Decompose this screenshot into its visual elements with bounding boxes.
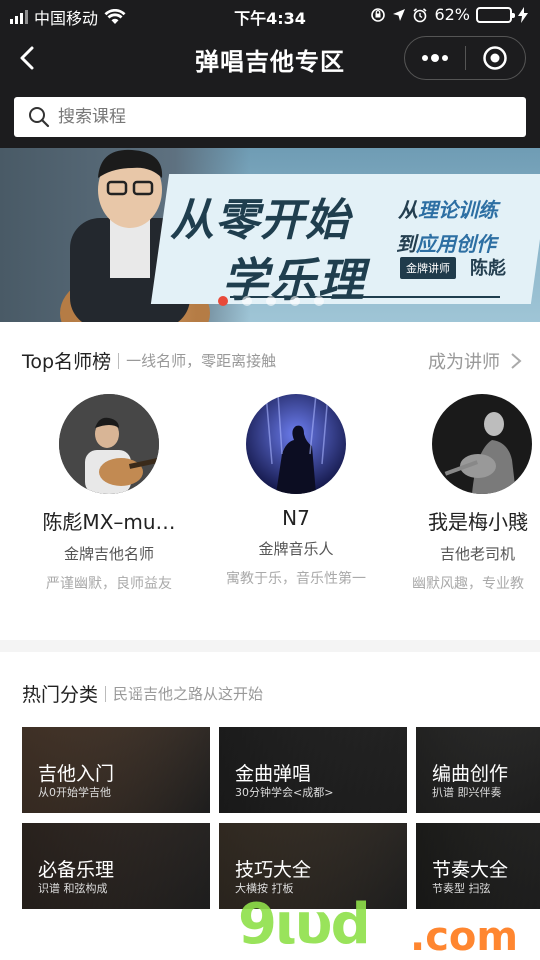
pagination-dot[interactable] — [290, 296, 300, 306]
more-dots-icon — [421, 54, 448, 62]
search-icon — [29, 107, 50, 128]
search-input[interactable] — [58, 107, 478, 127]
category-sublabel: 扒谱 即兴伴奏 — [432, 786, 502, 799]
location-icon — [393, 8, 406, 21]
category-label: 编曲创作 — [432, 763, 509, 785]
become-teacher-link[interactable]: 成为讲师 — [428, 348, 522, 374]
search-bar[interactable] — [14, 97, 526, 137]
teacher-title: 吉他老司机 — [440, 545, 516, 563]
category-label: 吉他入门 — [38, 763, 115, 785]
section-subtitle: 一线名师，零距离接触 — [126, 352, 277, 370]
status-right: 62% — [370, 5, 528, 24]
category-label: 技巧大全 — [235, 859, 312, 881]
watermark-text: 9ιυd — [238, 892, 371, 957]
teacher-title: 金牌音乐人 — [258, 540, 334, 558]
pagination-dot[interactable] — [218, 296, 228, 306]
category-label: 节奏大全 — [432, 859, 509, 881]
category-sublabel: 30分钟学会<成都> — [235, 786, 334, 799]
search-area — [0, 86, 540, 148]
teacher-card[interactable]: N7 金牌音乐人 寓教于乐，音乐性第一 — [211, 394, 381, 591]
battery-icon — [476, 6, 515, 23]
section-divider — [105, 685, 107, 702]
category-label: 金曲弹唱 — [235, 763, 312, 785]
category-sublabel: 节奏型 扫弦 — [432, 882, 491, 895]
watermark-domain: .com — [410, 914, 519, 960]
alarm-icon — [413, 7, 427, 22]
charging-icon — [518, 6, 528, 23]
section-subtitle: 民谣吉他之路从这开始 — [113, 685, 264, 703]
mini-program-capsule — [404, 36, 526, 80]
category-sublabel: 从0开始学吉他 — [38, 786, 111, 799]
teacher-name: 我是梅小賤 — [428, 510, 528, 534]
target-circle-icon — [483, 46, 507, 70]
categories-header: 热门分类 民谣吉他之路从这开始 — [22, 680, 263, 707]
nav-bar: 弹唱吉他专区 — [0, 30, 540, 86]
category-tile[interactable]: 吉他入门 从0开始学吉他 — [22, 727, 210, 813]
chevron-right-icon — [511, 353, 522, 369]
teachers-header: Top名师榜 一线名师，零距离接触 — [22, 347, 276, 374]
teacher-card[interactable]: 我是梅小賤 吉他老司机 幽默风趣，专业教 — [398, 394, 540, 596]
category-label: 必备乐理 — [38, 859, 115, 881]
rotation-lock-icon — [371, 7, 386, 22]
pagination-dot[interactable] — [266, 296, 276, 306]
top-teachers-section: Top名师榜 一线名师，零距离接触 成为讲师 陈彪MX–mu… 金牌吉他名师 严… — [0, 322, 540, 640]
avatar — [246, 394, 346, 494]
category-tile[interactable]: 编曲创作 扒谱 即兴伴奏 — [416, 727, 540, 813]
teacher-name: 陈彪MX–mu… — [42, 510, 176, 534]
avatar — [432, 394, 532, 494]
banner-badge: 金牌讲师 — [400, 257, 456, 279]
category-tile[interactable]: 必备乐理 识谱 和弦构成 — [22, 823, 210, 909]
teacher-card[interactable]: 陈彪MX–mu… 金牌吉他名师 严谨幽默，良师益友 — [24, 394, 194, 596]
section-divider — [118, 352, 120, 369]
section-title: 热门分类 — [22, 684, 99, 706]
section-title: Top名师榜 — [22, 351, 112, 373]
avatar — [59, 394, 159, 494]
more-button[interactable] — [405, 53, 465, 63]
banner-subtitle-2: 到应用创作 — [396, 232, 496, 256]
category-tile[interactable]: 金曲弹唱 30分钟学会<成都> — [219, 727, 407, 813]
category-sublabel: 识谱 和弦构成 — [38, 882, 108, 895]
banner-pagination — [218, 296, 324, 306]
battery-percent: 62% — [434, 5, 470, 24]
teacher-name: N7 — [282, 506, 310, 530]
teacher-desc: 寓教于乐，音乐性第一 — [226, 571, 366, 587]
banner-teacher-name: 陈彪 — [470, 258, 506, 279]
teacher-desc: 严谨幽默，良师益友 — [46, 576, 172, 592]
banner-subtitle-1: 从理论训练 — [398, 198, 498, 222]
teacher-desc: 幽默风趣，专业教 — [412, 576, 524, 592]
become-teacher-label: 成为讲师 — [428, 352, 500, 373]
pagination-dot[interactable] — [314, 296, 324, 306]
pagination-dot[interactable] — [242, 296, 252, 306]
teacher-title: 金牌吉他名师 — [63, 545, 154, 563]
banner-headline-1: 从零开始 — [170, 195, 350, 246]
category-tile[interactable]: 节奏大全 节奏型 扫弦 — [416, 823, 540, 909]
close-button[interactable] — [466, 45, 526, 71]
status-bar: 中国移动 下午4:34 62% — [0, 0, 540, 30]
